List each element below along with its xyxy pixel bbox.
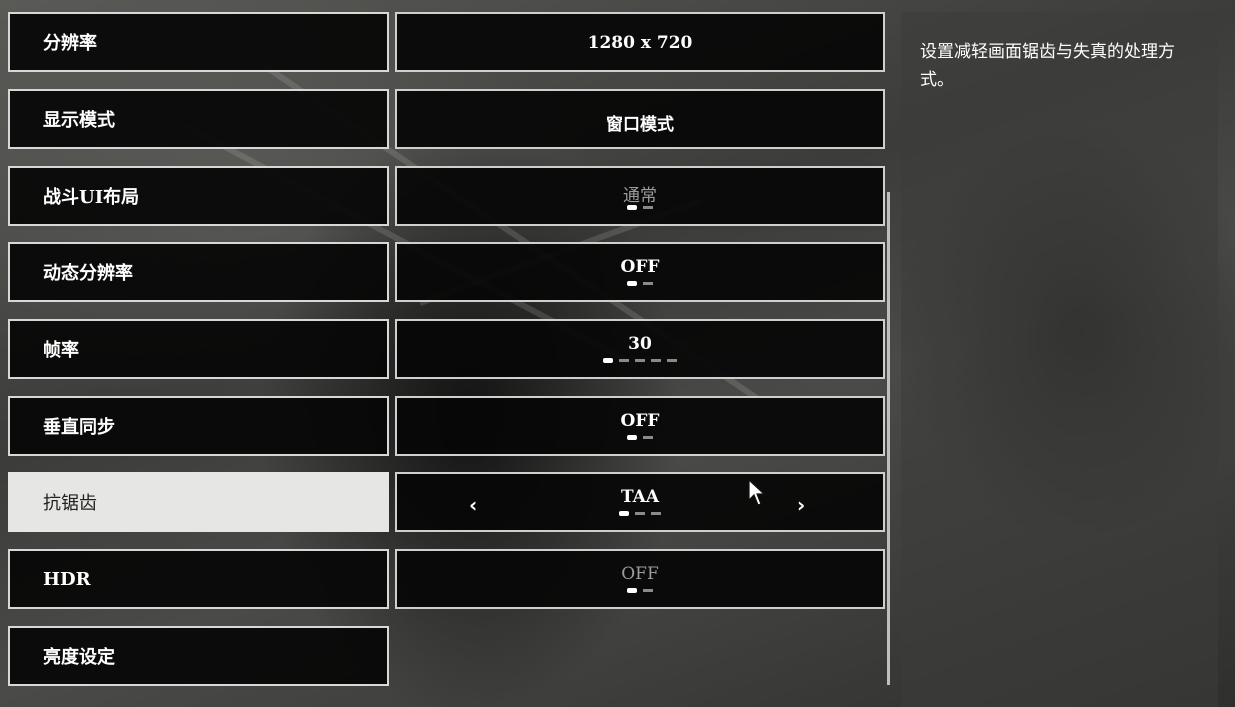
option-indicator bbox=[397, 511, 883, 516]
setting-value-text: TAA bbox=[620, 487, 660, 507]
setting-value-text: OFF bbox=[621, 564, 659, 584]
option-dot bbox=[643, 589, 653, 592]
option-dot-active bbox=[627, 588, 637, 593]
setting-value-text: 窗口模式 bbox=[606, 115, 674, 135]
setting-label-text: 分辨率 bbox=[43, 33, 97, 54]
setting-label-text: 显示模式 bbox=[43, 110, 115, 131]
setting-label-text: 帧率 bbox=[43, 340, 79, 361]
setting-value-hdr[interactable]: OFF bbox=[395, 549, 885, 609]
option-indicator bbox=[397, 358, 883, 363]
mouse-cursor-icon bbox=[748, 479, 766, 506]
option-dot-active bbox=[603, 358, 613, 363]
option-dot-active bbox=[627, 205, 637, 210]
setting-label-frame-rate[interactable]: 帧率 bbox=[8, 319, 389, 379]
description-text: 设置减轻画面锯齿与失真的处理方式。 bbox=[920, 42, 1175, 90]
setting-value-resolution[interactable]: 1280 x 720 bbox=[395, 12, 885, 72]
option-indicator bbox=[397, 588, 883, 593]
setting-label-dynamic-resolution[interactable]: 动态分辨率 bbox=[8, 242, 389, 302]
option-dot bbox=[643, 206, 653, 209]
setting-value-battle-ui-layout[interactable]: 通常 bbox=[395, 166, 885, 226]
option-dot-active bbox=[619, 511, 629, 516]
setting-value-frame-rate[interactable]: 30 bbox=[395, 319, 885, 379]
setting-value-text: 1280 x 720 bbox=[587, 33, 693, 53]
setting-label-text: HDR bbox=[43, 568, 91, 590]
setting-value-text: 30 bbox=[628, 334, 652, 354]
setting-label-resolution[interactable]: 分辨率 bbox=[8, 12, 389, 72]
option-indicator bbox=[397, 205, 883, 210]
scrollbar[interactable] bbox=[887, 192, 890, 685]
setting-label-text: 战斗UI布局 bbox=[43, 187, 140, 208]
setting-label-anti-aliasing[interactable]: 抗锯齿 bbox=[8, 472, 389, 532]
option-dot bbox=[643, 436, 653, 439]
setting-value-anti-aliasing[interactable]: ‹ TAA › bbox=[395, 472, 885, 532]
setting-value-vsync[interactable]: OFF bbox=[395, 396, 885, 456]
setting-label-text: 抗锯齿 bbox=[43, 493, 97, 514]
option-indicator bbox=[397, 281, 883, 286]
option-dot-active bbox=[627, 281, 637, 286]
option-dot bbox=[651, 359, 661, 362]
option-dot bbox=[667, 359, 677, 362]
setting-value-display-mode[interactable]: 窗口模式 bbox=[395, 89, 885, 149]
option-dot-active bbox=[627, 435, 637, 440]
setting-label-text: 亮度设定 bbox=[43, 647, 115, 668]
setting-label-hdr[interactable]: HDR bbox=[8, 549, 389, 609]
option-indicator bbox=[397, 435, 883, 440]
setting-label-battle-ui-layout[interactable]: 战斗UI布局 bbox=[8, 166, 389, 226]
setting-label-text: 垂直同步 bbox=[43, 417, 115, 438]
description-panel: 设置减轻画面锯齿与失真的处理方式。 bbox=[901, 12, 1218, 707]
option-dot bbox=[643, 282, 653, 285]
setting-value-text: 通常 bbox=[623, 186, 657, 206]
setting-label-display-mode[interactable]: 显示模式 bbox=[8, 89, 389, 149]
setting-value-text: OFF bbox=[620, 257, 660, 277]
setting-label-text: 动态分辨率 bbox=[43, 263, 133, 284]
setting-label-vsync[interactable]: 垂直同步 bbox=[8, 396, 389, 456]
setting-label-brightness[interactable]: 亮度设定 bbox=[8, 626, 389, 686]
chevron-right-icon[interactable]: › bbox=[797, 493, 805, 517]
option-dot bbox=[619, 359, 629, 362]
setting-value-text: OFF bbox=[620, 411, 660, 431]
setting-value-dynamic-resolution[interactable]: OFF bbox=[395, 242, 885, 302]
option-dot bbox=[635, 359, 645, 362]
option-dot bbox=[635, 512, 645, 515]
option-dot bbox=[651, 512, 661, 515]
